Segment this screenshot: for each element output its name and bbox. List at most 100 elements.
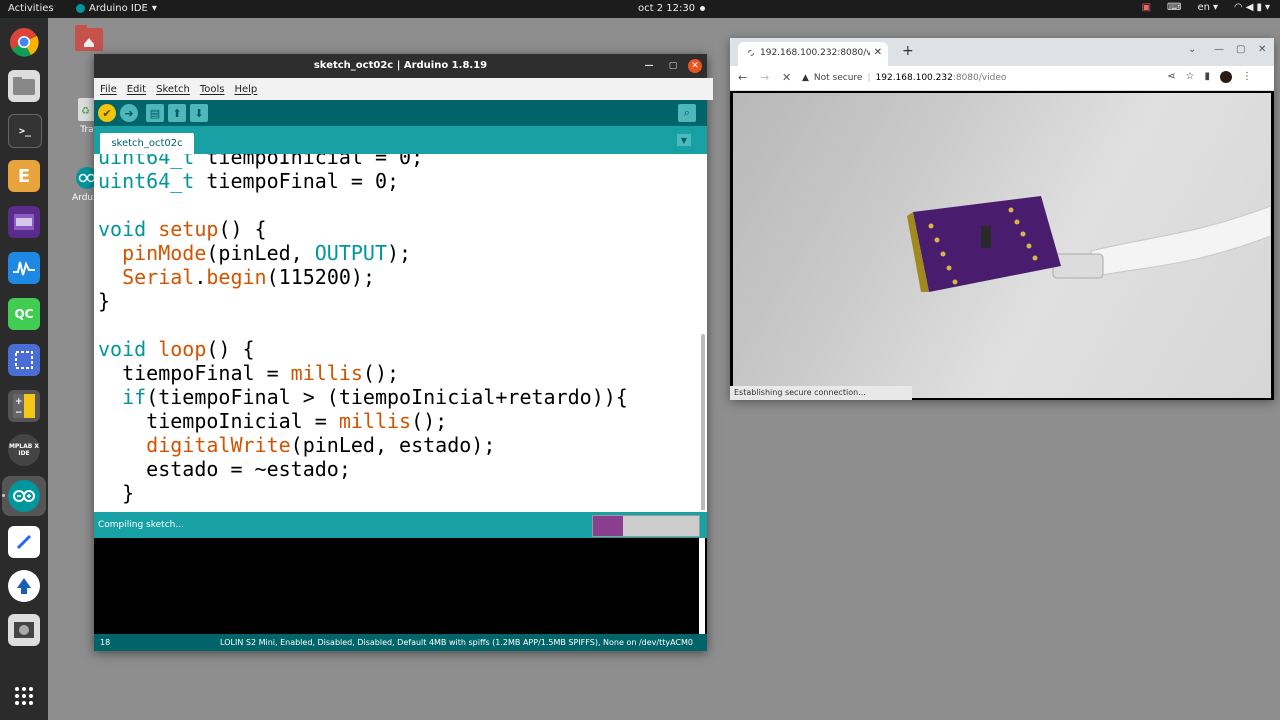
camera-stream-image (733, 93, 1271, 398)
browser-maximize-button[interactable]: ▢ (1236, 44, 1245, 55)
qtcreator-icon[interactable]: QC (8, 298, 40, 330)
editor-scrollbar[interactable] (701, 334, 705, 510)
console-scrollbar[interactable] (699, 538, 705, 634)
browser-close-button[interactable]: ✕ (1258, 44, 1266, 55)
status-message: Compiling sketch... (98, 520, 184, 530)
svg-text:+: + (15, 397, 23, 407)
menu-help[interactable]: Help (234, 84, 257, 95)
profile-avatar[interactable] (1220, 71, 1232, 83)
system-menu[interactable]: ◠ ◀ ▮ ▾ (1234, 2, 1270, 13)
mplab-icon[interactable]: MPLAB X IDE (8, 434, 40, 466)
ide-window-title: sketch_oct02c | Arduino 1.8.19 (313, 60, 488, 71)
warning-icon: ▲ (802, 73, 809, 83)
tab-close-icon[interactable]: ✕ (874, 47, 882, 58)
forward-arrow-icon[interactable]: → (760, 71, 769, 84)
app-menu[interactable]: Arduino IDE ▾ (76, 3, 157, 14)
back-arrow-icon[interactable]: ← (738, 71, 747, 84)
inkscape-icon[interactable] (8, 570, 40, 602)
wemos-board-photo (907, 196, 1271, 292)
code-line: tiempoFinal = millis(); (98, 361, 400, 385)
ide-menubar: File Edit Sketch Tools Help (94, 78, 713, 100)
keyboard-icon: ⌨ (1167, 2, 1182, 13)
home-folder-icon[interactable] (74, 24, 104, 55)
activities-button[interactable]: Activities (8, 3, 54, 14)
chevron-down-icon: ▼ (680, 135, 688, 145)
code-line: Serial.begin(115200); (122, 265, 375, 289)
compile-progress-bar (592, 515, 700, 537)
qt-label: QC (14, 307, 34, 321)
console-output[interactable] (94, 538, 707, 634)
ide-titlebar[interactable]: sketch_oct02c | Arduino 1.8.19 — ▢ ✕ (94, 54, 707, 78)
video-editor-icon[interactable] (8, 206, 40, 238)
code-text: uint64_t tiempoInicial = 0; uint64_t tiem… (98, 154, 628, 505)
app-grid-icon[interactable] (8, 680, 40, 712)
notification-dot-icon (700, 6, 706, 11)
not-secure-label: Not secure (813, 73, 863, 83)
minimize-button[interactable]: — (642, 59, 656, 73)
kebab-menu-icon[interactable]: ⋮ (1242, 71, 1252, 83)
ide-tabbar: sketch_oct02c ▼ (94, 126, 707, 154)
arrow-down-icon: ⬇ (194, 106, 204, 120)
ide-footer: 18 LOLIN S2 Mini, Enabled, Disabled, Dis… (94, 634, 707, 651)
clock[interactable]: oct 2 12:30 (638, 3, 706, 14)
arrow-right-icon: ➜ (124, 106, 134, 120)
browser-navbar: ← → ✕ ▲ Not secure | 192.168.100.232:808… (730, 66, 1274, 91)
tab-menu-button[interactable]: ▼ (677, 134, 691, 146)
oscilloscope-icon[interactable] (8, 252, 40, 284)
menu-sketch[interactable]: Sketch (156, 84, 190, 95)
eagle-icon[interactable]: E (8, 160, 40, 192)
maximize-button[interactable]: ▢ (666, 59, 680, 73)
close-button[interactable]: ✕ (688, 59, 702, 73)
arduino-small-icon (76, 4, 85, 13)
ide-toolbar: ✔ ➜ ▤ ⬆ ⬇ ⌕ (94, 100, 707, 126)
eagle-letter: E (17, 165, 31, 187)
screenshot-icon[interactable] (8, 344, 40, 376)
code-editor[interactable]: uint64_t tiempoInicial = 0; uint64_t tiem… (94, 154, 707, 510)
browser-tabstrip: 192.168.100.232:8080/vide ✕ + ⌄ — ▢ ✕ (730, 38, 1274, 66)
stop-loading-icon[interactable]: ✕ (782, 71, 791, 84)
sidepanel-icon[interactable]: ▮ (1204, 71, 1210, 83)
save-sketch-button[interactable]: ⬇ (190, 104, 208, 122)
address-bar[interactable]: ▲ Not secure | 192.168.100.232:8080/vide… (802, 68, 1158, 88)
upload-button[interactable]: ➜ (120, 104, 138, 122)
browser-minimize-button[interactable]: — (1214, 44, 1224, 55)
code-line: void setup() { (98, 217, 267, 241)
bookmark-star-icon[interactable]: ☆ (1186, 71, 1195, 83)
code-line: tiempoInicial = millis(); (98, 409, 448, 433)
photo-icon[interactable] (8, 614, 40, 646)
checkmark-icon: ✔ (102, 106, 112, 120)
progress-fill (593, 516, 623, 536)
wifi-icon: ◠ (1234, 2, 1243, 13)
language-selector[interactable]: en ▾ (1197, 2, 1218, 13)
browser-tab[interactable]: 192.168.100.232:8080/vide ✕ (738, 42, 888, 66)
share-icon[interactable]: ⋖ (1167, 71, 1175, 83)
verify-button[interactable]: ✔ (98, 104, 116, 122)
text-editor-icon[interactable] (8, 526, 40, 558)
code-line: void loop() { (98, 337, 255, 361)
clock-label: oct 2 12:30 (638, 3, 696, 14)
calculator-icon[interactable]: + − (8, 390, 40, 422)
tab-search-button[interactable]: ⌄ (1188, 44, 1196, 55)
code-line: uint64_t tiempoInicial = 0; (98, 154, 424, 169)
tab-sketch[interactable]: sketch_oct02c (100, 133, 194, 154)
files-icon[interactable] (8, 70, 40, 102)
url-host: 192.168.100.232 (875, 73, 953, 83)
serial-monitor-button[interactable]: ⌕ (678, 104, 696, 122)
menu-file[interactable]: File (100, 84, 117, 95)
code-line: pinMode(pinLed, OUTPUT); (122, 241, 412, 265)
arduino-icon[interactable] (8, 480, 40, 512)
loading-spinner-icon (748, 50, 754, 56)
terminal-icon[interactable]: >_ (8, 114, 42, 148)
code-line: digitalWrite(pinLed, estado); (146, 433, 496, 457)
menu-tools[interactable]: Tools (200, 84, 225, 95)
new-sketch-button[interactable]: ▤ (146, 104, 164, 122)
chrome-icon[interactable] (8, 26, 40, 58)
system-tray[interactable]: ▣ ⌨ en ▾ ◠ ◀ ▮ ▾ (1142, 2, 1270, 13)
top-bar: Activities Arduino IDE ▾ oct 2 12:30 ▣ ⌨… (0, 0, 1280, 18)
new-tab-button[interactable]: + (902, 43, 914, 59)
open-sketch-button[interactable]: ⬆ (168, 104, 186, 122)
menu-edit[interactable]: Edit (127, 84, 146, 95)
dock: >_ E QC + − MPLAB X IDE (0, 18, 48, 720)
